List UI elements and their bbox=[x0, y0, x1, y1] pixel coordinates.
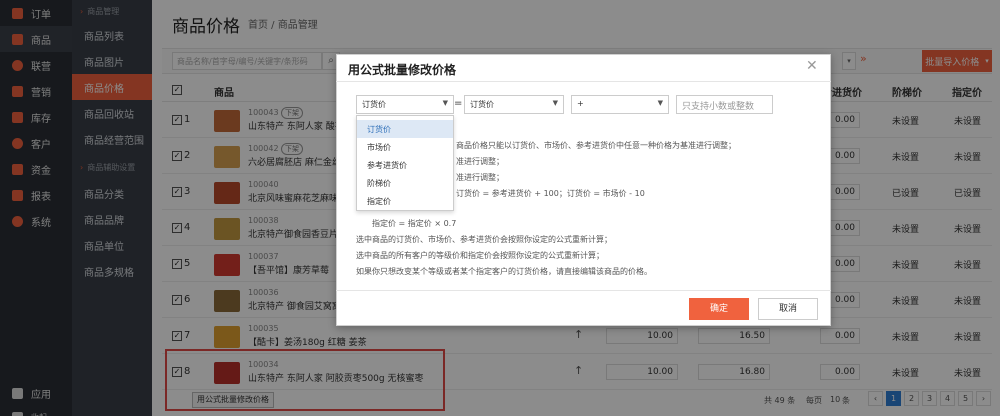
equals-sign: = bbox=[454, 98, 463, 109]
option-designated-price[interactable]: 指定价 bbox=[357, 192, 453, 210]
base-price-select[interactable]: 订货价 ▼ bbox=[464, 95, 564, 114]
close-icon[interactable]: ✕ bbox=[806, 58, 818, 74]
caret-down-icon: ▼ bbox=[552, 99, 558, 107]
operator-select[interactable]: + ▼ bbox=[571, 95, 669, 114]
option-reference-cost[interactable]: 参考进货价 bbox=[357, 156, 453, 174]
option-market-price[interactable]: 市场价 bbox=[357, 138, 453, 156]
help-text-3: 准进行调整； bbox=[456, 173, 504, 182]
caret-down-icon: ▼ bbox=[657, 99, 663, 107]
modal-title: 用公式批量修改价格 bbox=[348, 63, 457, 77]
help-text-7: 选中商品的所有客户的等级价和指定价会按照你设定的公式重新计算； bbox=[356, 251, 604, 260]
caret-down-icon: ▼ bbox=[442, 99, 448, 107]
help-text-1: 商品价格只能以订货价、市场价、参考进货价中任意一种价格为基准进行调整； bbox=[456, 141, 736, 150]
option-tier-price[interactable]: 阶梯价 bbox=[357, 174, 453, 192]
help-text-2: 准进行调整； bbox=[456, 157, 504, 166]
operand-input[interactable]: 只支持小数或整数 bbox=[676, 95, 773, 114]
help-text-8: 如果你只想改变某个等级或者某个指定客户的订货价格，请直接编辑该商品的价格。 bbox=[356, 267, 652, 276]
option-order-price[interactable]: 订货价 bbox=[357, 120, 453, 138]
target-price-select[interactable]: 订货价 ▼ bbox=[356, 95, 454, 114]
help-text-4: 订货价 = 参考进货价 + 100；订货价 = 市场价 - 10 bbox=[456, 189, 645, 198]
help-text-6: 选中商品的订货价、市场价、参考进货价会按照你设定的公式重新计算； bbox=[356, 235, 612, 244]
help-text-5: 指定价 = 指定价 × 0.7 bbox=[372, 219, 457, 228]
modal-footer-divider bbox=[336, 290, 831, 291]
cancel-button[interactable]: 取消 bbox=[758, 298, 818, 320]
confirm-button[interactable]: 确定 bbox=[689, 298, 749, 320]
